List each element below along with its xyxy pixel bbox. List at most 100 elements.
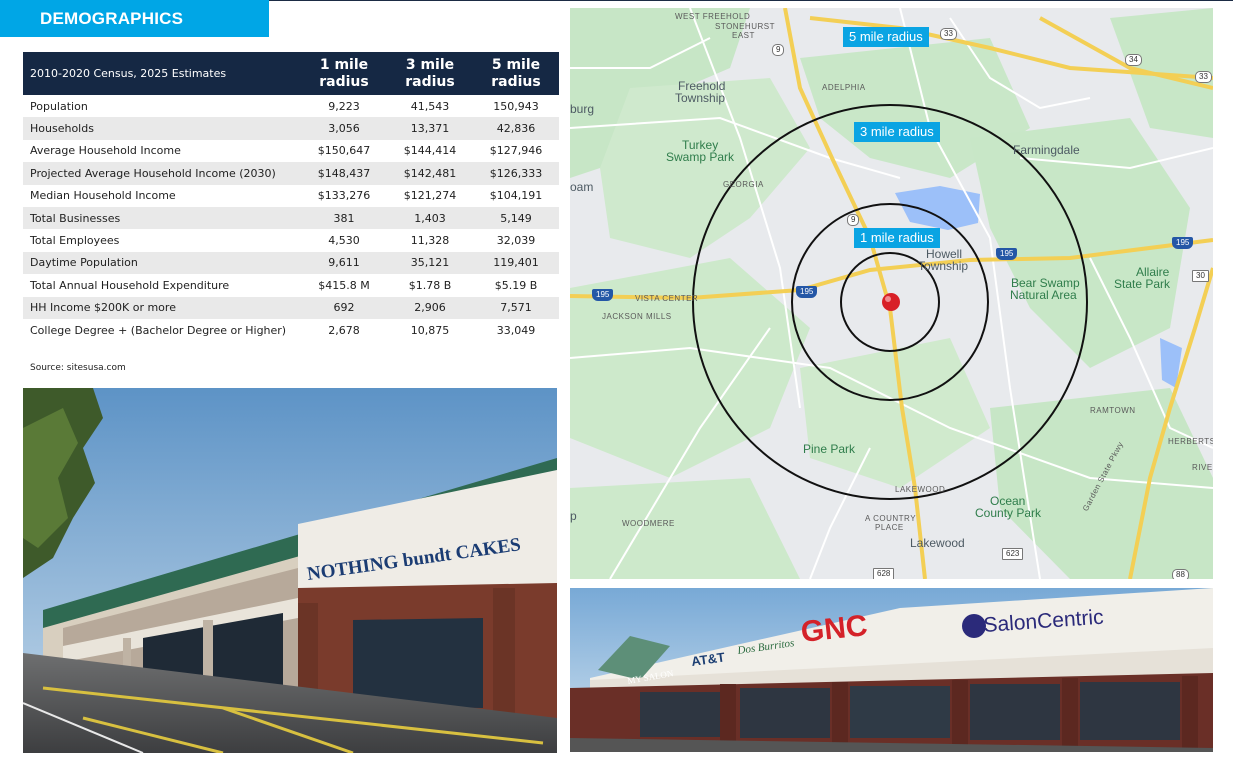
row-label: College Degree + (Bachelor Degree or Hig… — [30, 323, 287, 337]
table-row: Daytime Population 9,611 35,121 119,401 — [23, 251, 559, 275]
interstate-shield: 195 — [1172, 237, 1194, 249]
cell-value: 2,906 — [387, 296, 473, 319]
cell-value: 11,328 — [410, 234, 450, 248]
radius-map: 5 mile radius 3 mile radius 1 mile radiu… — [570, 8, 1213, 579]
column-header-5-mile: 5 mile radius — [473, 52, 559, 95]
map-label: Pine Park — [803, 442, 856, 456]
row-label: Average Household Income — [30, 144, 181, 158]
route-shield: 33 — [1195, 71, 1212, 83]
cell-value: $142,481 — [387, 162, 473, 185]
route-shield: 88 — [1172, 569, 1189, 579]
column-header-1-mile: 1 mile radius — [301, 52, 387, 95]
column-header-line: 5 mile — [491, 56, 541, 73]
route-shield: 30 — [1192, 270, 1209, 282]
map-label: oam — [570, 180, 594, 194]
interstate-shield: 195 — [592, 289, 614, 301]
cell-value: 5,149 — [473, 206, 559, 230]
demographics-table: 2010-2020 Census, 2025 Estimates 1 mile r… — [23, 52, 559, 341]
column-header-3-mile: 3 mile radius — [387, 52, 473, 95]
column-header-line: radius — [491, 73, 541, 90]
cell-value: 32,039 — [496, 234, 536, 248]
page-title: DEMOGRAPHICS — [0, 0, 269, 37]
cell-value: $5.19 B — [494, 278, 538, 292]
cell-value: $126,333 — [473, 162, 559, 185]
table-row: Average Household Income $150,647 $144,414… — [23, 140, 559, 162]
route-shield: 623 — [1002, 548, 1024, 560]
map-label: GEORGIA — [723, 180, 764, 189]
table-row: College Degree + (Bachelor Degree or Hig… — [23, 319, 559, 341]
cell-value: $1.78 B — [408, 278, 452, 292]
source-note: Source: sitesusa.com — [30, 363, 126, 373]
map-label: RIVE — [1192, 463, 1213, 472]
map-label: Swamp Park — [666, 150, 735, 164]
row-label: Total Annual Household Expenditure — [30, 278, 230, 292]
row-label: Population — [30, 99, 88, 113]
cell-value: 13,371 — [387, 117, 473, 140]
cell-value: $144,414 — [403, 144, 457, 158]
route-shield: 9 — [847, 214, 860, 226]
map-label: Township — [675, 91, 726, 105]
map-label: burg — [570, 102, 595, 116]
interstate-shield: 195 — [996, 248, 1018, 260]
map-label: RAMTOWN — [1090, 406, 1136, 415]
cell-value: 381 — [301, 206, 387, 230]
cell-value: 9,611 — [301, 251, 387, 275]
map-label: PLACE — [875, 523, 904, 532]
table-row: Projected Average Household Income (2030… — [23, 162, 559, 185]
map-label: ADELPHIA — [822, 83, 866, 92]
cell-value: 10,875 — [410, 323, 450, 337]
interstate-shield: 195 — [796, 286, 818, 298]
cell-value: 9,223 — [328, 99, 360, 113]
cell-value: 33,049 — [496, 323, 536, 337]
row-label: Projected Average Household Income (2030… — [23, 162, 301, 185]
route-shield: 9 — [772, 44, 785, 56]
cell-value: $104,191 — [489, 189, 543, 203]
cell-value: 4,530 — [328, 234, 360, 248]
map-label: LAKEWOOD — [895, 485, 946, 494]
radius-label-3-mile: 3 mile radius — [854, 122, 940, 142]
cell-value: $148,437 — [301, 162, 387, 185]
store-sign-gnc: GNC — [799, 609, 869, 649]
cell-value: $127,946 — [489, 144, 543, 158]
radius-label-1-mile: 1 mile radius — [854, 228, 940, 248]
cell-value: 119,401 — [473, 251, 559, 275]
route-shield: 628 — [873, 568, 895, 579]
storefront-photo-left: NOTHING bundt CAKES — [23, 388, 557, 753]
map-label: Township — [918, 259, 969, 273]
cell-value: $121,274 — [403, 189, 457, 203]
map-label: Lakewood — [910, 536, 965, 550]
map-label: Farmingdale — [1013, 143, 1080, 157]
cell-value: 7,571 — [473, 296, 559, 319]
row-label: HH Income $200K or more — [23, 296, 301, 319]
map-label: p — [570, 509, 577, 523]
column-header-line: radius — [405, 73, 455, 90]
row-label: Households — [23, 117, 301, 140]
radius-label-5-mile: 5 mile radius — [843, 27, 929, 47]
table-row: Total Businesses 381 1,403 5,149 — [23, 206, 559, 230]
column-header-line: 3 mile — [405, 56, 455, 73]
table-row: Median Household Income $133,276 $121,274 $… — [23, 185, 559, 207]
column-header-line: 1 mile — [319, 56, 369, 73]
cell-value: $415.8 M — [318, 278, 370, 292]
cell-value: 150,943 — [493, 99, 539, 113]
storefront-photo-right: MY SALON AT&T Dos Burritos GNC SalonCent… — [570, 588, 1213, 752]
table-row: Population 9,223 41,543 150,943 — [23, 95, 559, 117]
map-label: State Park — [1114, 277, 1171, 291]
table-row: Total Annual Household Expenditure $415.8… — [23, 274, 559, 296]
map-label: WOODMERE — [622, 519, 675, 528]
route-shield: 33 — [940, 28, 957, 40]
map-label: EAST — [732, 31, 755, 40]
row-label: Daytime Population — [23, 251, 301, 275]
table-header-label: 2010-2020 Census, 2025 Estimates — [23, 52, 301, 95]
cell-value: 3,056 — [301, 117, 387, 140]
row-label: Median Household Income — [30, 189, 176, 203]
location-pin-icon — [882, 293, 900, 311]
route-shield: 34 — [1125, 54, 1142, 66]
cell-value: $150,647 — [317, 144, 371, 158]
map-label: County Park — [975, 506, 1042, 520]
map-label: Natural Area — [1010, 288, 1077, 302]
row-label: Total Employees — [30, 234, 120, 248]
table-header-row: 2010-2020 Census, 2025 Estimates 1 mile r… — [23, 52, 559, 95]
cell-value: $133,276 — [317, 189, 371, 203]
top-divider — [269, 0, 1233, 1]
